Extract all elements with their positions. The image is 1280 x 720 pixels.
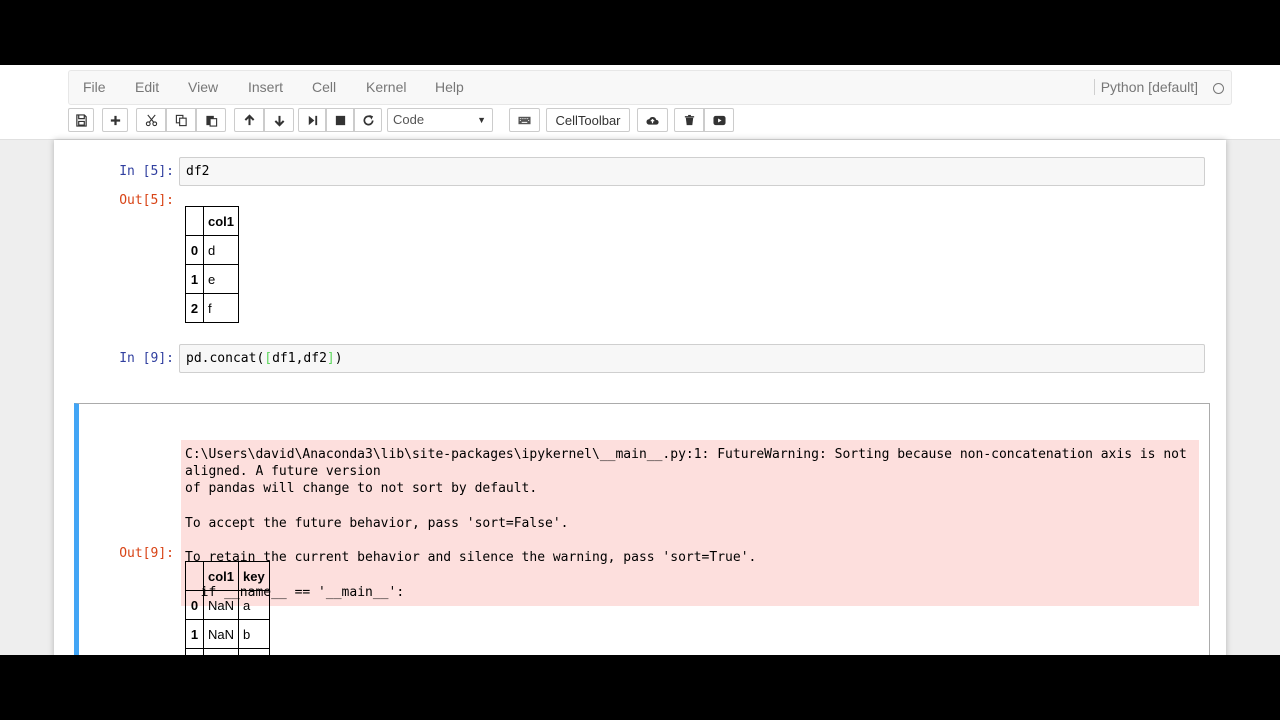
- menu-view[interactable]: View: [188, 79, 218, 95]
- play-icon: [712, 115, 726, 125]
- menubar: File Edit View Insert Cell Kernel Help P…: [68, 70, 1232, 105]
- table-row: 0 d: [185, 235, 240, 265]
- kernel-name: Python [default]: [1093, 79, 1198, 95]
- paste-button[interactable]: [196, 108, 226, 132]
- cell-type-select[interactable]: Code ▼: [387, 108, 493, 132]
- table-cell: NaN: [202, 590, 240, 620]
- menu-edit[interactable]: Edit: [135, 79, 159, 95]
- table-row: [185, 648, 270, 655]
- interrupt-button[interactable]: [326, 108, 354, 132]
- move-down-button[interactable]: [264, 108, 294, 132]
- row-index: 2: [185, 293, 204, 323]
- table-cell: f: [202, 293, 240, 323]
- code-cell-input[interactable]: df2: [179, 157, 1205, 186]
- publish-button[interactable]: [637, 108, 668, 132]
- arrow-down-icon: [274, 115, 284, 127]
- restart-button[interactable]: [354, 108, 382, 132]
- run-button[interactable]: [298, 108, 326, 132]
- caret-down-icon: ▼: [477, 115, 486, 125]
- cell-type-value: Code: [393, 112, 425, 127]
- code-text: ): [334, 351, 343, 366]
- code-text: pd.concat(: [186, 351, 265, 366]
- stop-icon: [335, 115, 345, 125]
- code-bracket: [: [264, 351, 273, 366]
- move-up-button[interactable]: [234, 108, 264, 132]
- jupyter-notebook-window: File Edit View Insert Cell Kernel Help P…: [0, 65, 1280, 655]
- kernel-idle-indicator-icon: [1213, 83, 1224, 94]
- table-cell: d: [202, 235, 240, 265]
- column-header: col1: [202, 206, 240, 236]
- save-button[interactable]: [68, 108, 94, 132]
- delete-button[interactable]: [674, 108, 704, 132]
- index-header: [185, 206, 204, 236]
- out-prompt: Out[9]:: [119, 546, 174, 561]
- table-row: 1 NaN b: [185, 619, 270, 649]
- cut-button[interactable]: [136, 108, 166, 132]
- table-header-row: col1: [185, 206, 240, 236]
- dataframe-output: col1 key 0 NaN a 1 NaN b: [185, 561, 270, 655]
- code-cell-input[interactable]: pd.concat([df1,df2]): [179, 344, 1205, 373]
- code-text: df2: [186, 164, 210, 179]
- paste-icon: [205, 115, 217, 127]
- arrow-up-icon: [244, 113, 254, 125]
- out-prompt: Out[5]:: [119, 193, 174, 208]
- restart-icon: [363, 114, 374, 125]
- column-header: key: [238, 561, 270, 591]
- step-forward-icon: [308, 115, 317, 125]
- menu-help[interactable]: Help: [435, 79, 464, 95]
- notebook-page: In [5]: df2 Out[5]: col1 0 d 1 e 2 f In …: [54, 140, 1226, 655]
- column-header: col1: [202, 561, 240, 591]
- table-cell: e: [202, 264, 240, 294]
- menu-cell[interactable]: Cell: [312, 79, 336, 95]
- copy-icon: [175, 114, 187, 126]
- save-icon: [75, 113, 87, 127]
- row-index: 1: [185, 619, 204, 649]
- keyboard-icon: [518, 116, 531, 124]
- menu-file[interactable]: File: [83, 79, 106, 95]
- dataframe-output: col1 0 d 1 e 2 f: [185, 206, 240, 323]
- table-cell: b: [238, 619, 270, 649]
- cut-icon: [145, 114, 157, 126]
- row-index: 1: [185, 264, 204, 294]
- table-header-row: col1 key: [185, 561, 270, 591]
- row-index: 0: [185, 590, 204, 620]
- table-cell: NaN: [202, 619, 240, 649]
- in-prompt: In [9]:: [119, 351, 174, 366]
- table-row: 2 f: [185, 293, 240, 323]
- code-bracket: ]: [326, 351, 335, 366]
- index-header: [185, 561, 204, 591]
- notebook-header: File Edit View Insert Cell Kernel Help P…: [0, 65, 1280, 140]
- menu-insert[interactable]: Insert: [248, 79, 283, 95]
- row-index: 0: [185, 235, 204, 265]
- celltoolbar-label: CellToolbar: [555, 112, 621, 128]
- in-prompt: In [5]:: [119, 164, 174, 179]
- table-row: 1 e: [185, 264, 240, 294]
- command-palette-button[interactable]: [509, 108, 540, 132]
- cloud-upload-icon: [646, 116, 659, 125]
- plus-icon: [110, 115, 120, 125]
- code-text: df1,df2: [272, 351, 327, 366]
- table-cell: a: [238, 590, 270, 620]
- table-row: 0 NaN a: [185, 590, 270, 620]
- stderr-warning-output: C:\Users\david\Anaconda3\lib\site-packag…: [181, 440, 1199, 606]
- menu-kernel[interactable]: Kernel: [366, 79, 406, 95]
- copy-button[interactable]: [166, 108, 196, 132]
- trash-icon: [684, 114, 694, 125]
- insert-cell-button[interactable]: [102, 108, 128, 132]
- present-button[interactable]: [704, 108, 734, 132]
- celltoolbar-button[interactable]: CellToolbar: [546, 108, 630, 132]
